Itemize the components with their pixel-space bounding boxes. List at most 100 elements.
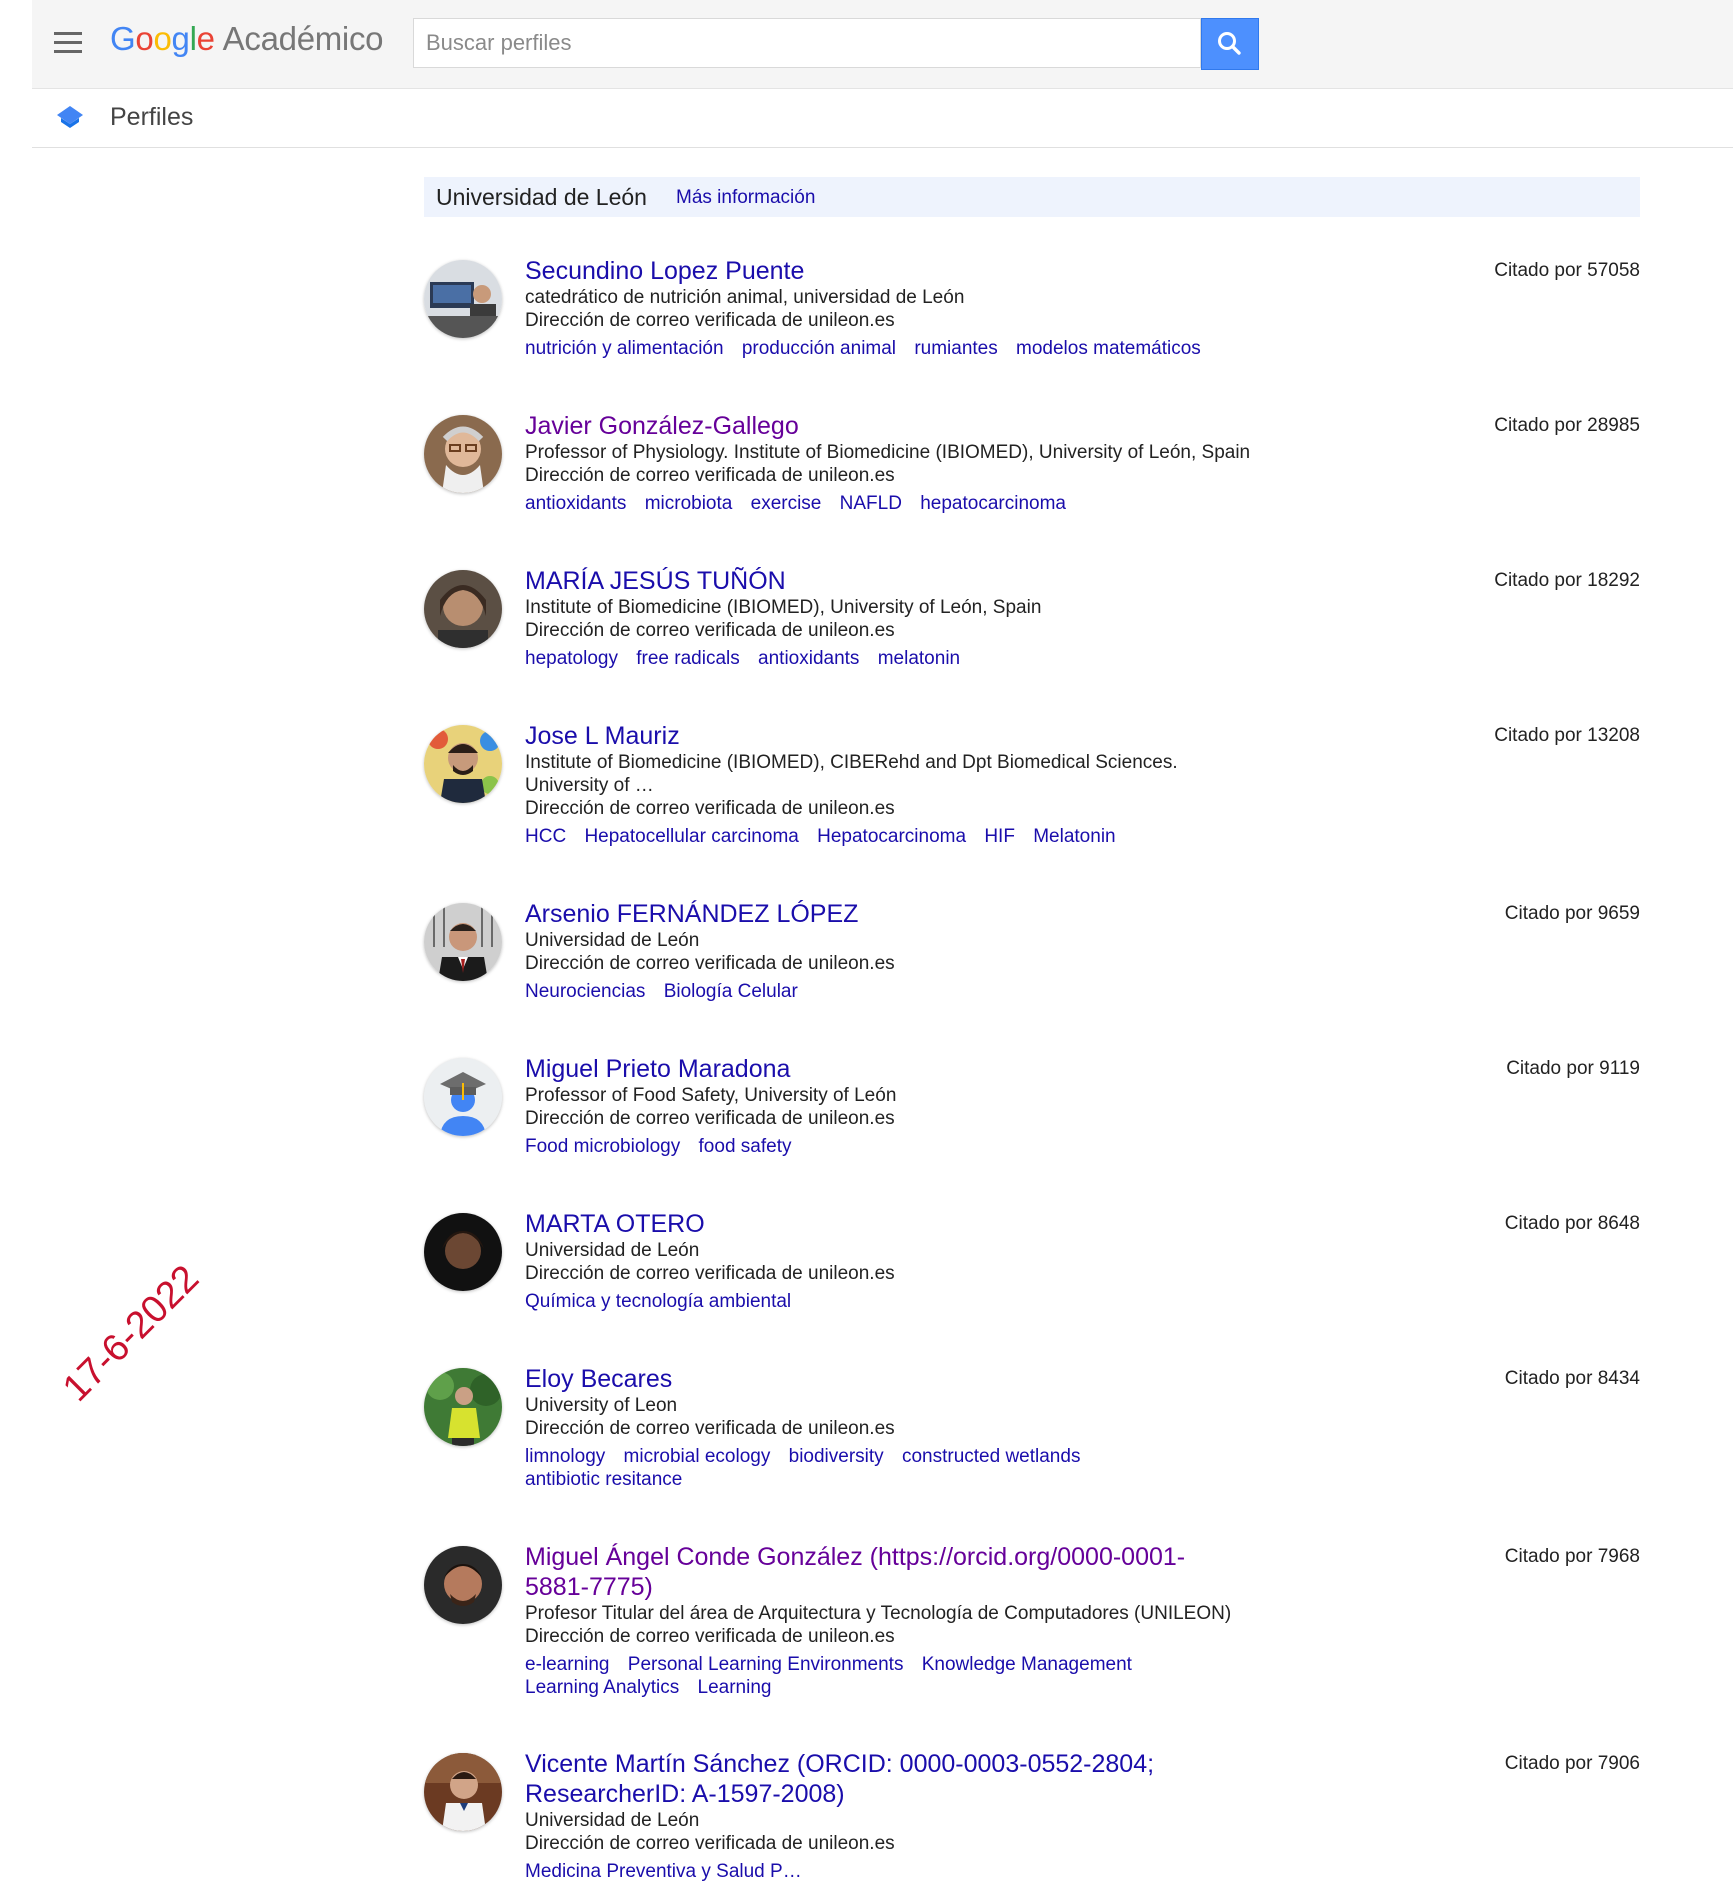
- profile-name-link[interactable]: Miguel Ángel Conde González (https://orc…: [525, 1542, 1245, 1602]
- profiles-subheader: Perfiles: [32, 89, 1733, 148]
- profile-interests: nutrición y alimentación producción anim…: [525, 337, 1245, 360]
- interest-tag[interactable]: free radicals: [636, 648, 740, 669]
- profile-interests: Food microbiology food safety: [525, 1135, 1245, 1158]
- date-annotation: 17-6-2022: [55, 1257, 208, 1410]
- profile-name-link[interactable]: Secundino Lopez Puente: [525, 256, 1245, 286]
- interest-tag[interactable]: antioxidants: [525, 493, 626, 514]
- profile-name-link[interactable]: Arsenio FERNÁNDEZ LÓPEZ: [525, 899, 1245, 929]
- profile-email: Dirección de correo verificada de unileo…: [525, 953, 895, 974]
- interest-tag[interactable]: Learning: [698, 1677, 772, 1698]
- citation-count: Citado por 18292: [1494, 570, 1640, 591]
- profile-email: Dirección de correo verificada de unileo…: [525, 310, 895, 331]
- avatar[interactable]: [424, 725, 502, 803]
- interest-tag[interactable]: Hepatocarcinoma: [817, 826, 966, 847]
- profile-name-link[interactable]: Miguel Prieto Maradona: [525, 1054, 1245, 1084]
- interest-tag[interactable]: Food microbiology: [525, 1136, 680, 1157]
- profile-email: Dirección de correo verificada de unileo…: [525, 1418, 895, 1439]
- profile-name-link[interactable]: MARÍA JESÚS TUÑÓN: [525, 566, 1245, 596]
- interest-tag[interactable]: e-learning: [525, 1654, 610, 1675]
- avatar[interactable]: [424, 1368, 502, 1446]
- profile-affiliation: University of Leon: [525, 1395, 678, 1416]
- interest-tag[interactable]: antioxidants: [758, 648, 859, 669]
- interest-tag[interactable]: modelos matemáticos: [1016, 338, 1201, 359]
- profile-info: Vicente Martín Sánchez (ORCID: 0000-0003…: [525, 1750, 1245, 1883]
- interest-tag[interactable]: nutrición y alimentación: [525, 338, 724, 359]
- profile-interests: e-learning Personal Learning Environment…: [525, 1653, 1165, 1699]
- interest-tag[interactable]: Melatonin: [1033, 826, 1115, 847]
- interest-tag[interactable]: microbiota: [645, 493, 733, 514]
- profile-name-link[interactable]: Javier González-Gallego: [525, 411, 1245, 441]
- profile-affiliation: Universidad de León: [525, 1810, 700, 1831]
- avatar[interactable]: [424, 903, 502, 981]
- profile-email: Dirección de correo verificada de unileo…: [525, 465, 895, 486]
- interest-tag[interactable]: microbial ecology: [624, 1446, 771, 1467]
- search-button[interactable]: [1201, 18, 1259, 70]
- interest-tag[interactable]: hepatocarcinoma: [920, 493, 1066, 514]
- profiles-icon: [57, 106, 83, 128]
- interest-tag[interactable]: melatonin: [878, 648, 960, 669]
- profile-email: Dirección de correo verificada de unileo…: [525, 798, 895, 819]
- interest-tag[interactable]: Medicina Preventiva y Salud P…: [525, 1861, 802, 1882]
- search-icon: [1218, 32, 1241, 55]
- profile-info: Javier González-Gallego Professor of Phy…: [525, 412, 1250, 515]
- profile-name-link[interactable]: MARTA OTERO: [525, 1209, 1245, 1239]
- citation-count: Citado por 28985: [1494, 415, 1640, 436]
- interest-tag[interactable]: exercise: [751, 493, 822, 514]
- avatar[interactable]: [424, 1058, 502, 1136]
- profile-interests: antioxidants microbiota exercise NAFLD h…: [525, 492, 1245, 515]
- page-title: Perfiles: [110, 103, 194, 131]
- profile-info: MARÍA JESÚS TUÑÓN Institute of Biomedici…: [525, 567, 1245, 670]
- avatar[interactable]: [424, 260, 502, 338]
- profile-name-link[interactable]: Vicente Martín Sánchez (ORCID: 0000-0003…: [525, 1749, 1245, 1809]
- interest-tag[interactable]: constructed wetlands: [902, 1446, 1081, 1467]
- avatar[interactable]: [424, 1213, 502, 1291]
- avatar[interactable]: [424, 570, 502, 648]
- more-info-link[interactable]: Más información: [676, 187, 815, 209]
- avatar[interactable]: [424, 1753, 502, 1831]
- interest-tag[interactable]: HIF: [984, 826, 1015, 847]
- citation-count: Citado por 57058: [1494, 260, 1640, 281]
- avatar[interactable]: [424, 415, 502, 493]
- interest-tag[interactable]: producción animal: [742, 338, 896, 359]
- interest-tag[interactable]: limnology: [525, 1446, 605, 1467]
- profile-interests: hepatology free radicals antioxidants me…: [525, 647, 1245, 670]
- interest-tag[interactable]: rumiantes: [914, 338, 997, 359]
- profile-interests: Medicina Preventiva y Salud P…: [525, 1860, 1245, 1883]
- interest-tag[interactable]: Química y tecnología ambiental: [525, 1291, 791, 1312]
- search-input[interactable]: [413, 18, 1201, 68]
- interest-tag[interactable]: antibiotic resitance: [525, 1469, 682, 1490]
- profile-affiliation: Profesor Titular del área de Arquitectur…: [525, 1603, 1232, 1624]
- profile-info: Eloy Becares University of Leon Direcció…: [525, 1365, 1245, 1491]
- interest-tag[interactable]: HCC: [525, 826, 566, 847]
- profile-info: Miguel Prieto Maradona Professor of Food…: [525, 1055, 1245, 1158]
- interest-tag[interactable]: Biología Celular: [664, 981, 798, 1002]
- profile-interests: Neurociencias Biología Celular: [525, 980, 1245, 1003]
- interest-tag[interactable]: biodiversity: [789, 1446, 884, 1467]
- interest-tag[interactable]: Hepatocellular carcinoma: [584, 826, 798, 847]
- citation-count: Citado por 7968: [1504, 1546, 1640, 1567]
- default-scholar-avatar-icon: [424, 1058, 502, 1136]
- avatar[interactable]: [424, 1546, 502, 1624]
- profile-name-link[interactable]: Jose L Mauriz: [525, 721, 1245, 751]
- google-scholar-logo[interactable]: Google Académico: [110, 20, 384, 58]
- profile-interests: HCC Hepatocellular carcinoma Hepatocarci…: [525, 825, 1245, 848]
- profile-email: Dirección de correo verificada de unileo…: [525, 1263, 895, 1284]
- profile-affiliation: catedrático de nutrición animal, univers…: [525, 287, 965, 308]
- top-app-bar: Google Académico: [32, 0, 1733, 89]
- interest-tag[interactable]: NAFLD: [840, 493, 902, 514]
- organization-name: Universidad de León: [436, 184, 647, 210]
- profile-email: Dirección de correo verificada de unileo…: [525, 1626, 895, 1647]
- profile-name-link[interactable]: Eloy Becares: [525, 1364, 1245, 1394]
- citation-count: Citado por 8648: [1504, 1213, 1640, 1234]
- interest-tag[interactable]: Knowledge Management: [922, 1654, 1132, 1675]
- interest-tag[interactable]: food safety: [699, 1136, 792, 1157]
- profile-affiliation: Professor of Physiology. Institute of Bi…: [525, 442, 1251, 463]
- interest-tag[interactable]: Neurociencias: [525, 981, 645, 1002]
- interest-tag[interactable]: Learning Analytics: [525, 1677, 679, 1698]
- interest-tag[interactable]: Personal Learning Environments: [628, 1654, 904, 1675]
- logo-product-name: Académico: [222, 20, 384, 57]
- hamburger-menu-icon[interactable]: [54, 32, 82, 54]
- organization-bar: Universidad de León Más información: [424, 177, 1640, 217]
- citation-count: Citado por 7906: [1504, 1753, 1640, 1774]
- interest-tag[interactable]: hepatology: [525, 648, 618, 669]
